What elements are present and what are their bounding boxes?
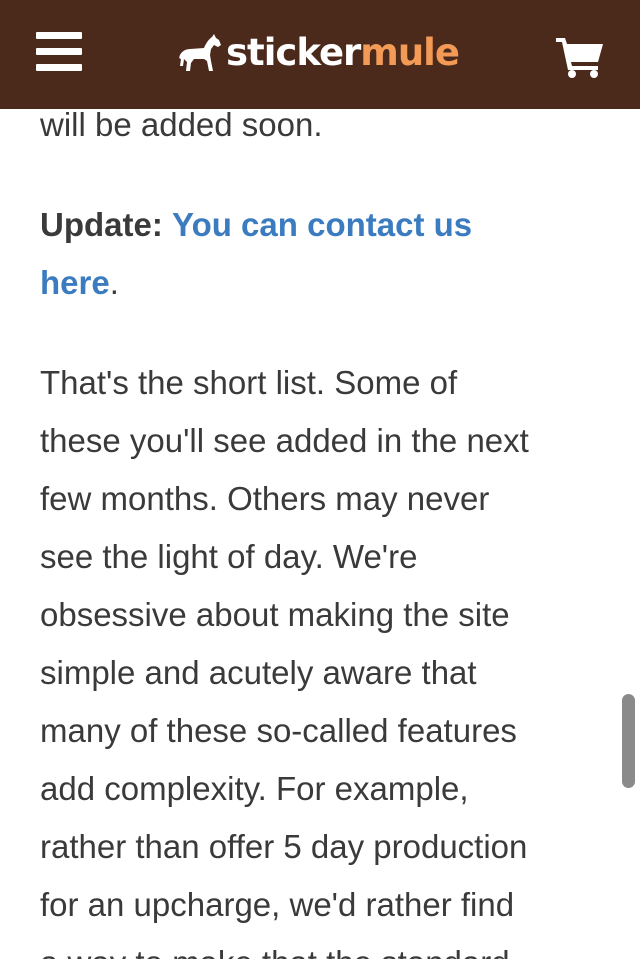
update-paragraph: Update: You can contact us here.: [40, 196, 610, 312]
update-label: Update:: [40, 206, 163, 243]
article-paragraph: That's the short list. Some of these you…: [40, 354, 615, 959]
brand-name-part2: mule: [360, 31, 460, 74]
paragraph-line: many of these so-called features: [40, 712, 517, 749]
paragraph-line: simple and acutely aware that: [40, 654, 477, 691]
contact-link-text-line1: You can contact us: [172, 206, 473, 243]
stickermule-logo[interactable]: stickermule: [178, 28, 460, 78]
paragraph-line: rather than offer 5 day production: [40, 828, 528, 865]
menu-bar: [36, 32, 82, 39]
paragraph-line: for an upcharge, we'd rather find: [40, 886, 515, 923]
paragraph-line: a way to make that the standard: [40, 934, 615, 959]
brand-name-part1: sticker: [226, 31, 361, 74]
menu-bar: [36, 64, 82, 71]
paragraph-text: will be added soon.: [40, 106, 323, 143]
paragraph-line: few months. Others may never: [40, 480, 490, 517]
paragraph-line: add complexity. For example,: [40, 770, 469, 807]
paragraph-line: see the light of day. We're: [40, 538, 418, 575]
cart-glyph: [556, 38, 603, 78]
update-period: .: [109, 264, 119, 301]
contact-link-text-line2: here: [40, 264, 110, 301]
mule-icon: [179, 34, 221, 71]
hamburger-menu-icon[interactable]: [36, 32, 82, 72]
paragraph-line: That's the short list. Some of: [40, 364, 458, 401]
paragraph-line: obsessive about making the site: [40, 596, 510, 633]
paragraph-line: these you'll see added in the next: [40, 422, 529, 459]
menu-bar: [36, 48, 82, 55]
brand-name: stickermule: [226, 28, 460, 78]
site-header: stickermule: [0, 0, 640, 109]
shopping-cart-icon[interactable]: [556, 36, 604, 78]
page-scrollbar[interactable]: [622, 694, 635, 788]
